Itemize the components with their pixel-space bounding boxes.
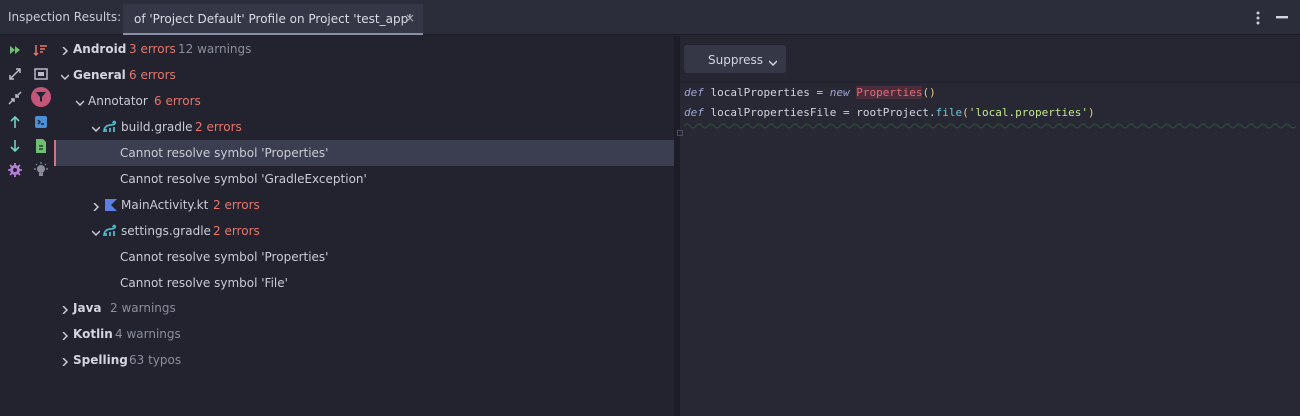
tree-item-label: General — [73, 68, 126, 82]
warning-count: 12 warnings — [178, 42, 252, 56]
tree-item-problem[interactable]: Cannot resolve symbol 'GradleException' — [54, 166, 674, 192]
tree-item-label: Android — [73, 42, 127, 56]
inspection-tree: Android 3 errors 12 warnings General 6 e… — [54, 36, 674, 416]
terminal-icon[interactable] — [33, 114, 49, 130]
tree-item-label: Kotlin — [73, 327, 113, 341]
tree-item-main-activity[interactable]: MainActivity.kt 2 errors — [54, 192, 674, 218]
tree-item-general[interactable]: General 6 errors — [54, 62, 674, 88]
tree-item-annotator[interactable]: Annotator 6 errors — [54, 88, 674, 114]
inspection-toolbar — [0, 36, 54, 416]
chevron-down-icon[interactable] — [75, 96, 85, 107]
tree-item-problem[interactable]: Cannot resolve symbol 'File' — [54, 270, 674, 296]
tab-inspection-profile[interactable]: of 'Project Default' Profile on Project … — [123, 4, 423, 35]
tree-item-label: Java — [73, 301, 102, 315]
tree-item-android[interactable]: Android 3 errors 12 warnings — [54, 36, 674, 62]
error-count: 2 errors — [213, 198, 260, 212]
expand-icon[interactable] — [7, 66, 23, 82]
fold-marker[interactable] — [677, 130, 683, 136]
preview-toolbar: Suppress — [680, 36, 1300, 83]
chevron-right-icon[interactable] — [61, 44, 69, 56]
unresolved-symbol: Properties — [856, 86, 923, 99]
problem-description: Cannot resolve symbol 'Properties' — [120, 250, 329, 264]
settings-icon[interactable] — [7, 162, 23, 178]
error-count: 6 errors — [129, 68, 176, 82]
problem-description: Cannot resolve symbol 'GradleException' — [120, 172, 367, 186]
sort-icon[interactable] — [33, 42, 49, 58]
identifier: localPropertiesFile — [703, 106, 843, 119]
chevron-down-icon[interactable] — [91, 226, 101, 237]
identifier: localProperties — [703, 86, 817, 99]
tree-item-label: MainActivity.kt — [121, 198, 209, 212]
tree-item-label: Spelling — [73, 353, 128, 367]
parenthesis: ( — [962, 106, 969, 119]
warning-count: 4 warnings — [115, 327, 181, 341]
header-title: Inspection Results: — [8, 10, 122, 24]
inspection-header: Inspection Results: of 'Project Default'… — [0, 0, 1300, 35]
bulb-icon[interactable] — [33, 162, 49, 178]
run-icon[interactable] — [7, 42, 23, 58]
tree-item-java[interactable]: Java 2 warnings — [54, 295, 674, 321]
chevron-right-icon[interactable] — [61, 355, 69, 367]
code-editor[interactable]: def localProperties = new Properties() d… — [677, 82, 1300, 416]
filter-icon[interactable] — [31, 87, 51, 107]
tree-item-build-gradle[interactable]: build.gradle 2 errors — [54, 114, 674, 140]
parenthesis: ) — [1088, 106, 1095, 119]
parentheses: () — [922, 86, 936, 99]
suppress-label: Suppress — [708, 53, 764, 67]
tree-item-problem-selected[interactable]: Cannot resolve symbol 'Properties' — [54, 140, 674, 166]
tree-item-settings-gradle[interactable]: settings.gradle 2 errors — [54, 218, 674, 244]
identifier: rootProject. — [849, 106, 936, 119]
error-count: 6 errors — [154, 94, 201, 108]
tab-label: of 'Project Default' Profile on Project … — [134, 12, 412, 26]
operator: = — [842, 106, 850, 119]
code-line: def localPropertiesFile = rootProject.fi… — [684, 106, 1095, 119]
gradle-icon — [103, 120, 117, 134]
down-icon[interactable] — [7, 138, 23, 154]
collapse-icon[interactable] — [7, 90, 23, 106]
up-icon[interactable] — [7, 114, 23, 130]
export-icon[interactable] — [33, 66, 49, 82]
file-icon[interactable] — [33, 138, 49, 154]
tree-item-label: settings.gradle — [121, 224, 211, 238]
gradle-icon — [103, 224, 117, 238]
close-icon[interactable]: × — [405, 11, 415, 25]
more-vertical-icon[interactable] — [1252, 10, 1264, 26]
minimize-icon[interactable] — [1275, 10, 1289, 24]
chevron-down-icon — [768, 56, 778, 67]
warning-count: 63 typos — [129, 353, 182, 367]
warning-count: 2 warnings — [110, 301, 176, 315]
tree-item-kotlin[interactable]: Kotlin 4 warnings — [54, 321, 674, 347]
chevron-right-icon[interactable] — [92, 200, 100, 212]
tree-item-spelling[interactable]: Spelling 63 typos — [54, 347, 674, 373]
keyword: def — [684, 86, 704, 99]
chevron-right-icon[interactable] — [61, 329, 69, 341]
problem-preview-panel: Suppress def localProperties = new Prope… — [677, 36, 1300, 416]
tree-item-label: build.gradle — [121, 120, 193, 134]
code-line: def localProperties = new Properties() — [684, 86, 936, 99]
string-literal: 'local.properties' — [968, 106, 1089, 119]
error-count: 2 errors — [213, 224, 260, 238]
error-count: 2 errors — [195, 120, 242, 134]
chevron-right-icon[interactable] — [61, 303, 69, 315]
warning-underline — [684, 123, 1296, 129]
keyword: def — [684, 106, 704, 119]
kotlin-icon — [104, 198, 118, 212]
suppress-button[interactable]: Suppress — [684, 45, 786, 73]
problem-description: Cannot resolve symbol 'File' — [120, 276, 288, 290]
chevron-down-icon[interactable] — [91, 122, 101, 133]
method-name: file — [935, 106, 963, 119]
tree-item-problem[interactable]: Cannot resolve symbol 'Properties' — [54, 244, 674, 270]
error-count: 3 errors — [129, 42, 176, 56]
problem-description: Cannot resolve symbol 'Properties' — [120, 146, 329, 160]
chevron-down-icon[interactable] — [60, 70, 70, 81]
keyword: new — [823, 86, 857, 99]
tree-item-label: Annotator — [88, 94, 148, 108]
